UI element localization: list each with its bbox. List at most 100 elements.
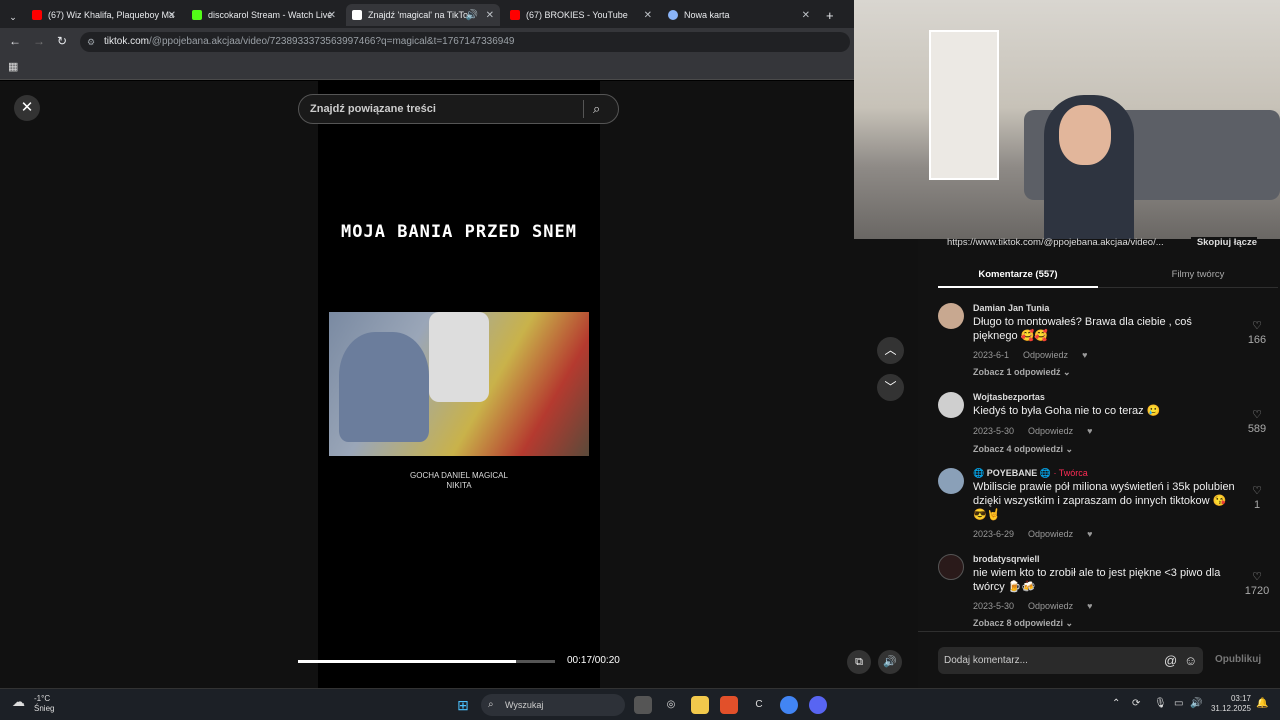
reply-button[interactable]: Odpowiedz xyxy=(1028,529,1073,539)
sync-icon[interactable]: ⟳ xyxy=(1132,698,1140,709)
emoji-icon[interactable]: ☺ xyxy=(1184,647,1197,674)
like-button[interactable]: ♡ 589 xyxy=(1242,408,1272,436)
comment-author[interactable]: brodatysqrwiell xyxy=(973,554,1040,564)
notification-icon[interactable]: 🔔 xyxy=(1256,698,1268,709)
view-replies-button[interactable]: Zobacz 4 odpowiedzi ⌄ xyxy=(973,444,1073,455)
reply-button[interactable]: Odpowiedz xyxy=(1028,426,1073,436)
reply-button[interactable]: Odpowiedz xyxy=(1028,601,1073,611)
chrome-icon[interactable] xyxy=(780,696,798,714)
comment-input[interactable]: Dodaj komentarz... @ ☺ xyxy=(938,647,1203,674)
previous-video-button[interactable]: ︿ xyxy=(877,337,904,364)
close-tab-icon[interactable]: ✕ xyxy=(802,10,810,21)
webcam-overlay xyxy=(854,0,1280,239)
close-button[interactable]: ✕ xyxy=(14,95,40,121)
copy-link-button[interactable]: Skopiuj łącze xyxy=(1190,237,1257,248)
discord-icon[interactable] xyxy=(809,696,827,714)
chevron-up-icon[interactable]: ⌃ xyxy=(1112,698,1120,709)
like-count: 589 xyxy=(1247,423,1267,435)
apps-grid-icon[interactable]: ▦ xyxy=(8,60,18,73)
network-icon[interactable]: ▭ xyxy=(1174,698,1183,709)
avatar[interactable] xyxy=(938,468,964,494)
comment-author[interactable]: Damian Jan Tunia xyxy=(973,303,1049,313)
comment-meta: 2023-6-29 Odpowiedz ♥ xyxy=(973,529,1106,539)
creator-tag: · Twórca xyxy=(1053,468,1088,478)
publish-button[interactable]: Opublikuj xyxy=(1215,654,1261,665)
url-host: tiktok.com xyxy=(104,36,150,47)
video-progress-bar[interactable] xyxy=(298,660,555,663)
task-view-icon[interactable] xyxy=(634,696,652,714)
close-tab-icon[interactable]: ✕ xyxy=(168,10,176,21)
view-replies-button[interactable]: Zobacz 1 odpowiedź ⌄ xyxy=(973,367,1071,378)
tab-4[interactable]: Nowa karta ✕ xyxy=(662,4,816,26)
tab-3[interactable]: (67) BROKIES - YouTube ✕ xyxy=(504,4,658,26)
video-player[interactable]: MOJA BANIA PRZED SNEM GOCHA DANIEL MAGIC… xyxy=(318,81,600,688)
clock-time: 03:17 xyxy=(1230,694,1251,703)
weather-widget[interactable]: ☁ -1°C Śnieg xyxy=(12,694,54,714)
kick-icon xyxy=(192,10,202,20)
like-button[interactable]: ♡ 1 xyxy=(1242,484,1272,512)
chrome-icon xyxy=(668,10,678,20)
comment-author[interactable]: Wojtasbezportas xyxy=(973,392,1045,402)
mention-icon[interactable]: @ xyxy=(1164,647,1177,674)
volume-button[interactable]: 🔊 xyxy=(878,650,902,674)
system-clock[interactable]: 03:17 31.12.2025 xyxy=(1207,694,1251,714)
view-replies-button[interactable]: Zobacz 8 odpowiedzi ⌄ xyxy=(973,618,1073,629)
video-time: 00:17/00:20 xyxy=(567,655,620,666)
copilot-icon[interactable]: ◎ xyxy=(662,696,680,714)
tab-1[interactable]: discokarol Stream - Watch Live ✕ xyxy=(186,4,342,26)
comment-date: 2023-6-29 xyxy=(973,529,1015,539)
url-bar[interactable]: ⚙ tiktok.com/@ppojebana.akcjaa/video/723… xyxy=(80,32,850,52)
taskbar-search[interactable]: ⌕ Wyszukaj xyxy=(481,694,625,716)
close-tab-icon[interactable]: ✕ xyxy=(328,10,336,21)
video-figure xyxy=(339,332,429,442)
author-name: Wojtasbezportas xyxy=(973,392,1045,402)
forward-icon[interactable]: → xyxy=(33,34,45,48)
next-video-button[interactable]: ﹀ xyxy=(877,374,904,401)
comment-item: brodatysqrwiell nie wiem kto to zrobił a… xyxy=(938,554,1269,632)
like-button[interactable]: ♡ 1720 xyxy=(1242,570,1272,598)
tab-list-button[interactable]: ⌄ xyxy=(4,6,22,28)
file-explorer-icon[interactable] xyxy=(691,696,709,714)
tab-title: discokarol Stream - Watch Live xyxy=(208,10,333,20)
like-button[interactable]: ♡ 166 xyxy=(1242,319,1272,347)
site-info-icon[interactable]: ⚙ xyxy=(87,32,95,52)
close-tab-icon[interactable]: ✕ xyxy=(644,10,652,21)
related-search-input[interactable]: Znajdź powiązane treści ⌕ xyxy=(298,94,619,124)
new-tab-button[interactable]: + xyxy=(820,4,840,26)
tab-2-active[interactable]: Znajdź 'magical' na TikTok 🔊 ✕ xyxy=(346,4,500,26)
reload-icon[interactable]: ↻ xyxy=(57,34,67,48)
avatar[interactable] xyxy=(938,554,964,580)
comment-tabs: Komentarze (557) Filmy twórcy xyxy=(938,265,1278,288)
like-count: 1720 xyxy=(1244,585,1270,597)
comment-text: Długo to montowałeś? Brawa dla ciebie , … xyxy=(973,316,1192,342)
tab-comments[interactable]: Komentarze (557) xyxy=(938,269,1098,288)
comment-item: Damian Jan Tunia Długo to montowałeś? Br… xyxy=(938,303,1268,383)
speaker-icon[interactable]: 🔊 xyxy=(466,10,478,21)
tab-creator-videos[interactable]: Filmy twórcy xyxy=(1118,269,1278,280)
taskbar-search-label: Wyszukaj xyxy=(505,700,544,710)
search-icon[interactable]: ⌕ xyxy=(593,95,600,123)
volume-icon[interactable]: 🔊 xyxy=(1190,698,1202,709)
bookmarks-bar: ▦ xyxy=(0,56,854,80)
close-tab-icon[interactable]: ✕ xyxy=(486,10,494,21)
brave-browser-icon[interactable] xyxy=(720,696,738,714)
comment-author[interactable]: 🌐 POYEBANE 🌐 · Twórca xyxy=(973,468,1088,479)
reply-button[interactable]: Odpowiedz xyxy=(1023,350,1068,360)
floating-player-icon: ⧉ xyxy=(855,656,863,668)
tab-title: Znajdź 'magical' na TikTok xyxy=(368,10,468,20)
picture-in-picture-button[interactable]: ⧉ xyxy=(847,650,871,674)
progress-fill xyxy=(298,660,517,663)
microphone-icon[interactable]: 🎙 xyxy=(1154,698,1167,709)
comment-meta: 2023-6-1 Odpowiedz ♥ xyxy=(973,350,1101,360)
back-icon[interactable]: ← xyxy=(9,34,21,48)
avatar[interactable] xyxy=(938,392,964,418)
windows-start-icon[interactable]: ⊞ xyxy=(454,696,472,714)
avatar[interactable] xyxy=(938,303,964,329)
ccleaner-icon[interactable]: C xyxy=(750,696,768,714)
author-name: 🌐 POYEBANE 🌐 xyxy=(973,468,1051,478)
comment-text: nie wiem kto to zrobił ale to jest piękn… xyxy=(973,567,1221,593)
share-link: https://www.tiktok.com/@ppojebana.akcjaa… xyxy=(947,237,1164,248)
tab-0[interactable]: (67) Wiz Khalifa, Plaqueboy Ma ✕ xyxy=(26,4,182,26)
like-count: 1 xyxy=(1253,499,1261,511)
heart-icon: ♡ xyxy=(1252,571,1262,583)
